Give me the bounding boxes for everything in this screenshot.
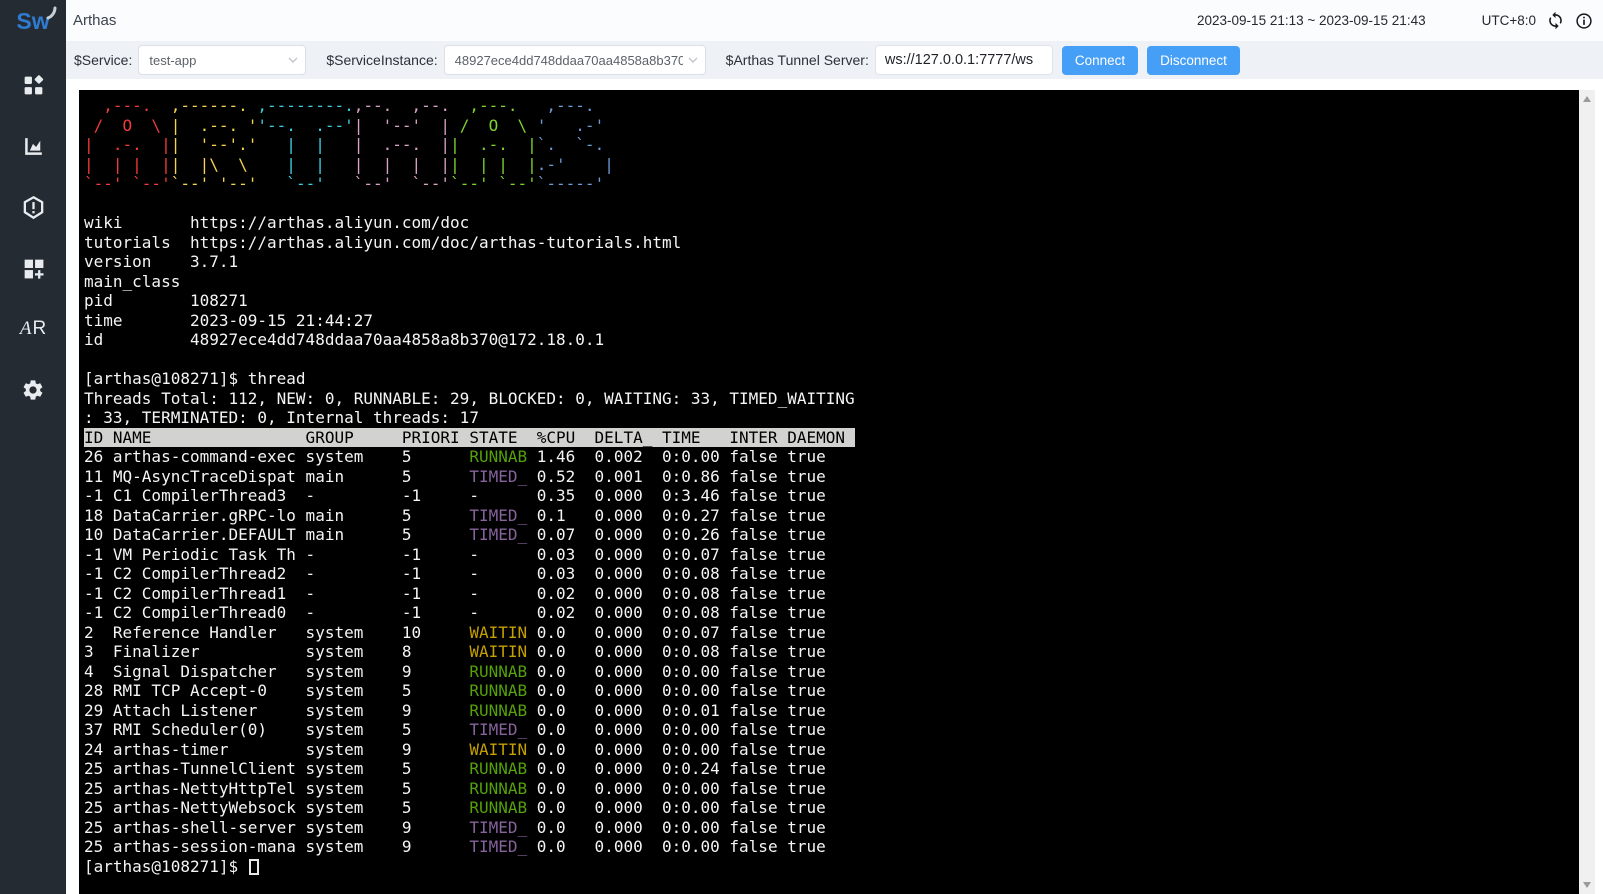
sidebar-item-settings[interactable] [19, 376, 47, 404]
thread-summary-line: : 33, TERMINATED: 0, Internal threads: 1… [84, 408, 1580, 428]
sidebar-nav: AR [19, 71, 47, 404]
page-title: Arthas [73, 12, 116, 29]
dashboard-icon [21, 73, 46, 98]
terminal-blank-line [84, 350, 1580, 370]
info-button[interactable] [1575, 12, 1593, 30]
thread-table-row: -1 C2 CompilerThread0 - -1 - 0.02 0.000 … [84, 603, 1580, 623]
terminal-info-line: id 48927ece4dd748ddaa70aa4858a8b370@172.… [84, 330, 1580, 350]
terminal-info-line: wiki https://arthas.aliyun.com/doc [84, 213, 1580, 233]
service-select[interactable]: test-app [138, 45, 306, 75]
sidebar-item-dashboard[interactable] [19, 71, 47, 99]
thread-table-row: 25 arthas-TunnelClient system 5 RUNNAB 0… [84, 759, 1580, 779]
terminal-info-line: pid 108271 [84, 291, 1580, 311]
thread-table-row: 10 DataCarrier.DEFAULT main 5 TIMED_ 0.0… [84, 525, 1580, 545]
terminal-blank-line [84, 194, 1580, 214]
thread-table-row: -1 VM Periodic Task Th - -1 - 0.03 0.000… [84, 545, 1580, 565]
main-area: ,---. ,------. ,--------.,--. ,--. ,---.… [66, 79, 1603, 894]
info-icon [1575, 12, 1593, 30]
terminal-cursor [249, 859, 259, 875]
service-label: $Service: [74, 52, 132, 68]
tunnel-server-input[interactable] [875, 45, 1053, 75]
service-instance-label: $ServiceInstance: [326, 52, 437, 68]
refresh-button[interactable] [1546, 11, 1565, 30]
marketplace-grid-plus-icon [21, 256, 46, 281]
terminal-command-line: [arthas@108271]$ thread [84, 369, 1580, 389]
arthas-ascii-banner-line: | | | || |\ \ | | | | | || | | |.-' | [84, 155, 1580, 175]
thread-table-row: 37 RMI Scheduler(0) system 5 TIMED_ 0.0 … [84, 720, 1580, 740]
sidebar-item-metrics[interactable] [19, 132, 47, 160]
service-select-value: test-app [149, 53, 283, 68]
sidebar-item-arthas[interactable]: AR [19, 315, 47, 343]
terminal-info-line: tutorials https://arthas.aliyun.com/doc/… [84, 233, 1580, 253]
topbar-right: 2023-09-15 21:13 ~ 2023-09-15 21:43 UTC+… [1197, 11, 1593, 30]
gear-icon [21, 378, 45, 402]
service-instance-select[interactable]: 48927ece4dd748ddaa70aa4858a8b370@ [444, 45, 706, 75]
content-column: Arthas 2023-09-15 21:13 ~ 2023-09-15 21:… [66, 0, 1603, 894]
terminal-scrollbar[interactable] [1579, 90, 1595, 894]
terminal-prompt-line: [arthas@108271]$ [84, 857, 1580, 877]
thread-table-row: 25 arthas-shell-server system 9 TIMED_ 0… [84, 818, 1580, 838]
arthas-ascii-banner-line: | .-. || '--'.' | | | .--. || .-. |`. `-… [84, 135, 1580, 155]
thread-table-row: 4 Signal Dispatcher system 9 RUNNAB 0.0 … [84, 662, 1580, 682]
terminal-info-line: time 2023-09-15 21:44:27 [84, 311, 1580, 331]
thread-table-row: 18 DataCarrier.gRPC-lo main 5 TIMED_ 0.1… [84, 506, 1580, 526]
chart-icon [21, 134, 46, 159]
thread-table-row: -1 C2 CompilerThread1 - -1 - 0.02 0.000 … [84, 584, 1580, 604]
alert-hexagon-icon [21, 195, 46, 220]
connect-button[interactable]: Connect [1062, 46, 1138, 75]
topbar: Arthas 2023-09-15 21:13 ~ 2023-09-15 21:… [66, 0, 1603, 41]
toolbar: $Service: test-app $ServiceInstance: 489… [66, 41, 1603, 79]
thread-summary-line: Threads Total: 112, NEW: 0, RUNNABLE: 29… [84, 389, 1580, 409]
terminal-info-line: version 3.7.1 [84, 252, 1580, 272]
thread-table-row: 2 Reference Handler system 10 WAITIN 0.0… [84, 623, 1580, 643]
disconnect-button[interactable]: Disconnect [1147, 46, 1240, 75]
tunnel-server-label: $Arthas Tunnel Server: [726, 52, 869, 68]
arthas-ascii-banner-line: ,---. ,------. ,--------.,--. ,--. ,---.… [84, 96, 1580, 116]
thread-table-row: 29 Attach Listener system 9 RUNNAB 0.0 0… [84, 701, 1580, 721]
sidebar: Sw [0, 0, 66, 894]
thread-table-row: -1 C2 CompilerThread2 - -1 - 0.03 0.000 … [84, 564, 1580, 584]
scroll-up-arrow[interactable] [1583, 96, 1591, 102]
arthas-terminal[interactable]: ,---. ,------. ,--------.,--. ,--. ,---.… [79, 90, 1580, 894]
thread-table-row: 28 RMI TCP Accept-0 system 5 RUNNAB 0.0 … [84, 681, 1580, 701]
skywalking-logo-text: Sw [16, 8, 49, 34]
arthas-ascii-banner-line: / O \ | .--. ''--. .--'| '--' | / O \ ' … [84, 116, 1580, 136]
thread-table-row: 3 Finalizer system 8 WAITIN 0.0 0.000 0:… [84, 642, 1580, 662]
app-root: Sw [0, 0, 1603, 894]
timezone-label: UTC+8:0 [1482, 13, 1536, 28]
terminal-info-line: main_class [84, 272, 1580, 292]
thread-table-header: ID NAME GROUP PRIORI STATE %CPU DELTA_ T… [84, 428, 1580, 448]
sidebar-item-marketplace[interactable] [19, 254, 47, 282]
time-range-picker[interactable]: 2023-09-15 21:13 ~ 2023-09-15 21:43 [1197, 13, 1426, 28]
arthas-ascii-banner-line: `--' `--'`--' '--' `--' `--' `--'`--' `-… [84, 174, 1580, 194]
thread-table-row: 11 MQ-AsyncTraceDispat main 5 TIMED_ 0.5… [84, 467, 1580, 487]
service-instance-select-value: 48927ece4dd748ddaa70aa4858a8b370@ [455, 53, 683, 68]
refresh-icon [1546, 11, 1565, 30]
thread-table-row: 26 arthas-command-exec system 5 RUNNAB 1… [84, 447, 1580, 467]
thread-table-row: 25 arthas-NettyHttpTel system 5 RUNNAB 0… [84, 779, 1580, 799]
thread-table-row: -1 C1 CompilerThread3 - -1 - 0.35 0.000 … [84, 486, 1580, 506]
sidebar-item-alerting[interactable] [19, 193, 47, 221]
scroll-down-arrow[interactable] [1583, 882, 1591, 888]
chevron-down-icon [687, 54, 699, 66]
arthas-ar-icon: AR [20, 318, 46, 340]
skywalking-logo[interactable]: Sw [16, 8, 49, 35]
skywalking-logo-swoosh [46, 6, 59, 20]
chevron-down-icon [287, 54, 299, 66]
thread-table-row: 25 arthas-NettyWebsock system 5 RUNNAB 0… [84, 798, 1580, 818]
thread-table-row: 25 arthas-session-mana system 9 TIMED_ 0… [84, 837, 1580, 857]
thread-table-row: 24 arthas-timer system 9 WAITIN 0.0 0.00… [84, 740, 1580, 760]
